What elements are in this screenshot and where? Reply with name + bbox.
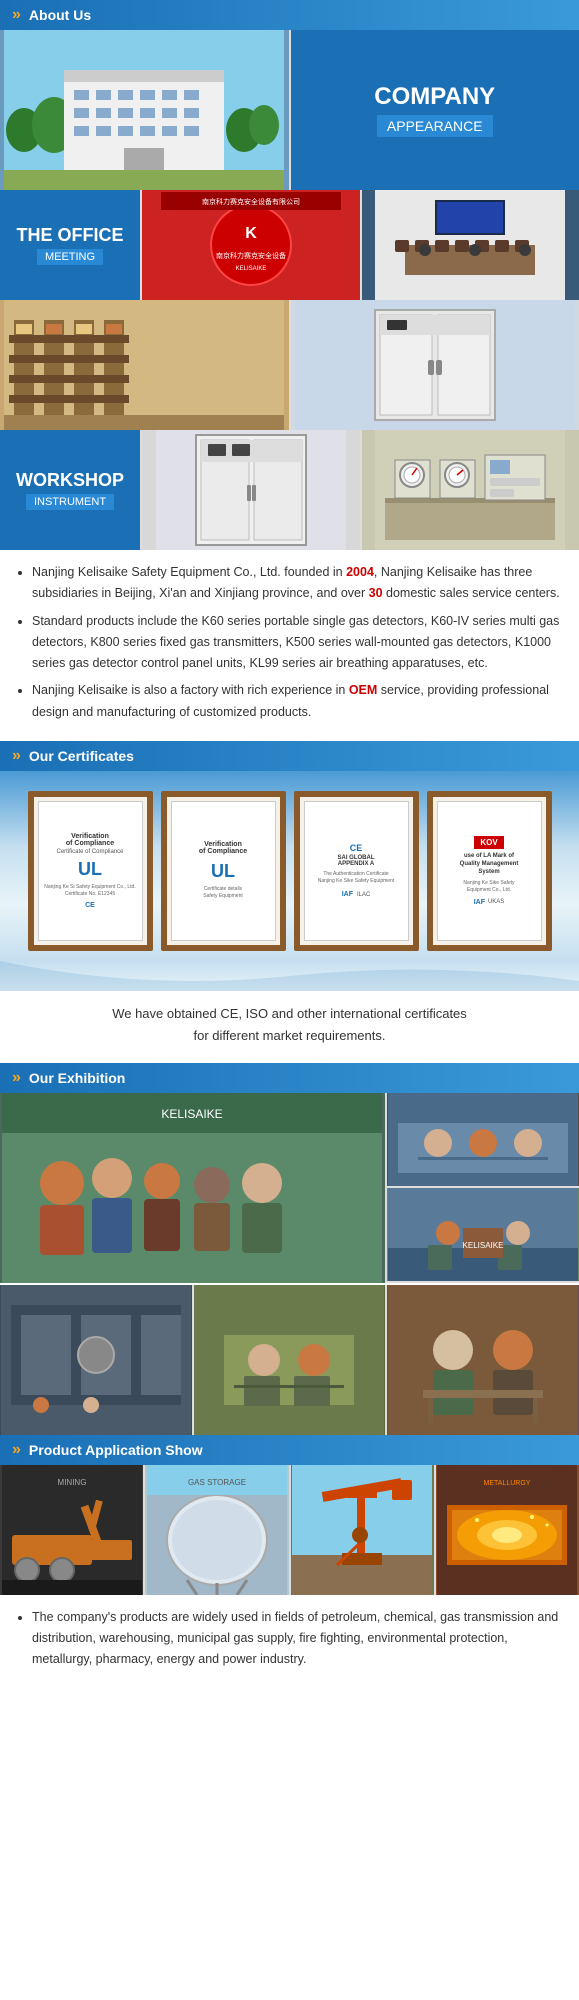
product-photo-metallurgy: METALLURGY [436, 1465, 579, 1595]
workshop-top-row [0, 300, 579, 430]
certificate-3: CE SAI GLOBALAPPENDIX A The Authenticati… [294, 791, 419, 951]
company-label-line1: COMPANY [374, 83, 495, 112]
cert-4-title: use of LA Mark ofQuality ManagementSyste… [460, 852, 519, 877]
svg-text:MINING: MINING [57, 1478, 86, 1487]
year-highlight: 2004 [346, 565, 374, 579]
certificates-header: » Our Certificates [0, 741, 579, 771]
svg-text:KELISAIKE: KELISAIKE [162, 1107, 223, 1121]
cert-3-inner: CE SAI GLOBALAPPENDIX A The Authenticati… [304, 801, 409, 941]
gas-analyzer-photo [362, 430, 579, 550]
cert-3-detail: The Authentication CertificateNanjing Ke… [318, 871, 394, 885]
product-grid: MINING GAS STORAGE [0, 1465, 579, 1595]
svg-text:GAS STORAGE: GAS STORAGE [188, 1478, 246, 1487]
warehouse-photo [0, 300, 289, 430]
company-description: Nanjing Kelisaike Safety Equipment Co., … [0, 550, 579, 741]
product-description: The company's products are widely used i… [0, 1595, 579, 1687]
exhibition-top-row: KELISAIKE [0, 1093, 579, 1283]
description-bullet-3: Nanjing Kelisaike is also a factory with… [32, 680, 563, 723]
cert-1-body: Certificate of Compliance [56, 849, 123, 855]
product-chevron: » [12, 1441, 21, 1459]
svg-text:南京科力赛克安全设备有限公司: 南京科力赛克安全设备有限公司 [202, 197, 300, 206]
description-bullet-2: Standard products include the K60 series… [32, 611, 563, 675]
svg-text:K: K [245, 225, 257, 242]
header-title: About Us [29, 7, 91, 23]
cert-caption: We have obtained CE, ISO and other inter… [0, 991, 579, 1063]
product-description-bullet-1: The company's products are widely used i… [32, 1607, 563, 1671]
workshop-label: WORKSHOP INSTRUMENT [0, 430, 140, 550]
cert-1-title: Verificationof Compliance [66, 833, 114, 847]
svg-text:KELISAIKE: KELISAIKE [235, 266, 266, 272]
about-us-header: » About Us [0, 0, 579, 30]
cert-2-detail: Certificate detailsSafety Equipment [203, 886, 242, 900]
cert-1-detail: Nanjing Ke Si Safety Equipment Co., Ltd.… [44, 884, 135, 898]
workshop-label-line1: WORKSHOP [16, 470, 124, 491]
cert-3-logo: CE [350, 843, 363, 853]
company-appearance-label: COMPANY APPEARANCE [291, 30, 579, 190]
cert-1-inner: Verificationof Compliance Certificate of… [38, 801, 143, 941]
exhibition-chevron: » [12, 1069, 21, 1087]
exhibition-group-photo: KELISAIKE [0, 1093, 385, 1283]
company-photo-section: COMPANY APPEARANCE [0, 30, 579, 190]
cert-caption-line2: for different market requirements. [194, 1028, 386, 1043]
cert-4-inner: KOV use of LA Mark ofQuality ManagementS… [437, 801, 542, 941]
oem-highlight: OEM [349, 683, 377, 697]
exhibition-bottom-photo-2 [194, 1285, 386, 1435]
cert-2-logo: UL [211, 861, 235, 882]
exhibition-title: Our Exhibition [29, 1070, 125, 1086]
exhibition-bottom-photo-1 [0, 1285, 192, 1435]
cert-2-inner: Verificationof Compliance UL Certificate… [171, 801, 276, 941]
svg-text:METALLURGY: METALLURGY [484, 1480, 531, 1487]
wave-decoration [0, 961, 579, 991]
exhibition-header: » Our Exhibition [0, 1063, 579, 1093]
cert-1-ce: CE [85, 902, 95, 909]
office-label-line1: THE OFFICE [17, 225, 124, 246]
certificate-2: Verificationof Compliance UL Certificate… [161, 791, 286, 951]
company-label-line2: APPEARANCE [377, 115, 493, 137]
certificate-1: Verificationof Compliance Certificate of… [28, 791, 153, 951]
equipment-cabinet-photo [142, 430, 360, 550]
count-highlight: 30 [369, 586, 383, 600]
product-photo-gas-storage: GAS STORAGE [145, 1465, 288, 1595]
certificates-container: Verificationof Compliance Certificate of… [0, 771, 579, 961]
exhibition-bottom-photo-3 [387, 1285, 579, 1435]
cert-4-detail: Nanjing Ke Sike SafetyEquipment Co., Ltd… [463, 880, 514, 894]
exhibition-side-photo-2: KELISAIKE [387, 1188, 579, 1281]
meeting-room-photo [362, 190, 579, 300]
description-bullet-1: Nanjing Kelisaike Safety Equipment Co., … [32, 562, 563, 605]
cert-3-badges: IAF ILAC [342, 891, 371, 898]
cert-3-title: SAI GLOBALAPPENDIX A [338, 855, 375, 867]
product-photo-oil-pump [291, 1465, 434, 1595]
office-label-line2: MEETING [37, 249, 103, 265]
office-meeting-label: THE OFFICE MEETING [0, 190, 140, 300]
certificates-title: Our Certificates [29, 748, 134, 764]
exhibition-bottom-row [0, 1285, 579, 1435]
chevron-icon: » [12, 6, 21, 24]
exhibition-side-column: KELISAIKE [387, 1093, 579, 1283]
workshop-label-row: WORKSHOP INSTRUMENT [0, 430, 579, 550]
office-meeting-section: THE OFFICE MEETING K 南京科力赛克安全设备 KELISAIK… [0, 190, 579, 300]
workshop-label-line2: INSTRUMENT [26, 494, 114, 510]
product-photo-mining: MINING [0, 1465, 143, 1595]
svg-text:KELISAIKE: KELISAIKE [462, 1241, 503, 1250]
cert-2-title: Verificationof Compliance [199, 841, 247, 855]
certificate-4: KOV use of LA Mark ofQuality ManagementS… [427, 791, 552, 951]
product-title: Product Application Show [29, 1442, 203, 1458]
certs-row: Verificationof Compliance Certificate of… [14, 791, 565, 951]
cert-4-logos: IAF UKAS [474, 899, 505, 906]
exhibition-side-photo-1 [387, 1093, 579, 1186]
cabinet-photo [291, 300, 579, 430]
cert-caption-iso: ISO [246, 1006, 268, 1021]
cert-1-logo: UL [78, 859, 102, 880]
cert-caption-ce: CE [220, 1006, 238, 1021]
cert-4-badge: KOV [474, 836, 503, 849]
product-header: » Product Application Show [0, 1435, 579, 1465]
svg-text:南京科力赛克安全设备: 南京科力赛克安全设备 [216, 251, 286, 260]
building-photo [0, 30, 289, 190]
company-logo-photo: K 南京科力赛克安全设备 KELISAIKE 南京科力赛克安全设备有限公司 [142, 190, 360, 300]
certificates-chevron: » [12, 747, 21, 765]
